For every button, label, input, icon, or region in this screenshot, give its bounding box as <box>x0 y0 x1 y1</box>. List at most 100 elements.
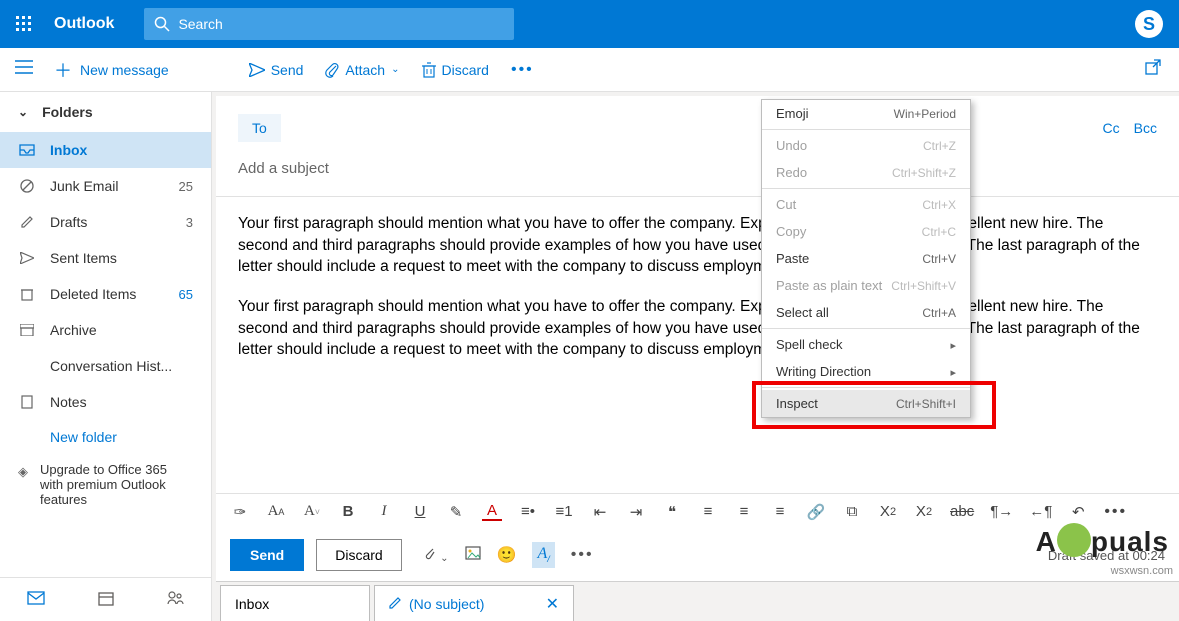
italic-icon[interactable]: I <box>374 503 394 520</box>
unlink-icon[interactable]: ⧉ <box>842 503 862 520</box>
folders-header[interactable]: ⌄ Folders <box>0 92 211 132</box>
attach-command[interactable]: Attach ⌄ <box>325 62 399 78</box>
cm-undo: UndoCtrl+Z <box>762 132 970 159</box>
image-icon[interactable] <box>465 546 481 565</box>
note-icon <box>18 395 36 409</box>
cm-label: Inspect <box>776 396 818 411</box>
emoji-icon[interactable]: 🙂 <box>497 545 517 565</box>
sidebar-bottom-nav <box>0 577 211 621</box>
to-input[interactable] <box>293 114 1103 142</box>
sidebar-item-deleted[interactable]: Deleted Items 65 <box>0 276 211 312</box>
pencil-icon <box>389 596 401 612</box>
to-row: To Cc Bcc <box>216 96 1179 148</box>
sidebar-item-inbox[interactable]: Inbox <box>0 132 211 168</box>
cc-link[interactable]: Cc <box>1103 120 1120 136</box>
highlight-icon[interactable]: ✎ <box>446 503 466 521</box>
strikethrough-icon[interactable]: abc <box>950 503 974 520</box>
folder-name: Notes <box>50 394 193 410</box>
chevron-down-icon: ⌄ <box>391 64 399 75</box>
rtl-icon[interactable]: ←¶ <box>1029 503 1052 520</box>
skype-icon[interactable]: S <box>1135 10 1163 38</box>
paperclip-icon <box>325 62 339 78</box>
to-button[interactable]: To <box>238 114 281 142</box>
watermark-text: wsxwsn.com <box>1111 565 1173 577</box>
nav-toggle-icon[interactable] <box>0 60 48 79</box>
sidebar-item-archive[interactable]: Archive <box>0 312 211 348</box>
bullets-icon[interactable]: ≡• <box>518 503 538 520</box>
cm-spell-check[interactable]: Spell check <box>762 331 970 358</box>
sidebar-item-drafts[interactable]: Drafts 3 <box>0 204 211 240</box>
font-size-down-icon[interactable]: A˅ <box>302 503 322 520</box>
cm-shortcut: Ctrl+Shift+V <box>891 279 956 293</box>
cm-select-all[interactable]: Select allCtrl+A <box>762 299 970 326</box>
folder-name: Inbox <box>50 142 193 158</box>
outdent-icon[interactable]: ⇤ <box>590 503 610 521</box>
popout-icon[interactable] <box>1145 59 1161 80</box>
send-row-icons: ⌄ 🙂 A/ ••• <box>422 542 594 567</box>
undo-icon[interactable]: ↶ <box>1068 503 1088 521</box>
cm-separator <box>762 188 970 189</box>
subscript-icon[interactable]: X2 <box>914 503 934 520</box>
subject-input[interactable] <box>238 160 1157 177</box>
cm-emoji[interactable]: EmojiWin+Period <box>762 100 970 127</box>
people-icon[interactable] <box>167 591 185 608</box>
cm-inspect[interactable]: InspectCtrl+Shift+I <box>762 390 970 417</box>
bold-icon[interactable]: B <box>338 503 358 520</box>
discard-label: Discard <box>442 62 489 78</box>
folder-name: Deleted Items <box>50 286 165 302</box>
send-row: Send Discard ⌄ 🙂 A/ ••• Draft saved at 0… <box>216 529 1179 581</box>
more-commands-icon[interactable]: ••• <box>511 61 534 79</box>
font-size-up-icon[interactable]: AA <box>266 503 286 520</box>
watermark-logo: Apuals <box>1036 526 1169 561</box>
send-command[interactable]: Send <box>249 62 304 78</box>
search-box[interactable]: Search <box>144 8 514 40</box>
tab-inbox[interactable]: Inbox <box>220 585 370 621</box>
cm-label: Paste as plain text <box>776 278 882 293</box>
superscript-icon[interactable]: X2 <box>878 503 898 520</box>
calendar-icon[interactable] <box>98 590 114 609</box>
discard-command[interactable]: Discard <box>422 62 489 78</box>
inbox-icon <box>18 144 36 156</box>
sidebar-item-junk[interactable]: Junk Email 25 <box>0 168 211 204</box>
cm-label: Paste <box>776 251 809 266</box>
new-folder-link[interactable]: New folder <box>0 420 211 454</box>
tab-compose[interactable]: (No subject) ✕ <box>374 585 574 621</box>
attach-icon[interactable]: ⌄ <box>422 545 449 566</box>
align-left-icon[interactable]: ≡ <box>698 503 718 520</box>
context-menu: EmojiWin+Period UndoCtrl+Z RedoCtrl+Shif… <box>761 99 971 418</box>
numbering-icon[interactable]: ≡1 <box>554 503 574 520</box>
body: ⌄ Folders Inbox Junk Email 25 Drafts 3 S… <box>0 92 1179 621</box>
folder-count: 65 <box>179 287 193 302</box>
quote-icon[interactable]: ❝ <box>662 503 682 521</box>
send-more-icon[interactable]: ••• <box>571 546 594 564</box>
cm-paste[interactable]: PasteCtrl+V <box>762 245 970 272</box>
format-more-icon[interactable]: ••• <box>1104 503 1127 521</box>
indent-icon[interactable]: ⇥ <box>626 503 646 521</box>
upgrade-link[interactable]: ◈ Upgrade to Office 365 with premium Out… <box>0 454 211 515</box>
align-right-icon[interactable]: ≡ <box>770 503 790 520</box>
ltr-icon[interactable]: ¶→ <box>990 503 1013 520</box>
message-body[interactable]: Your first paragraph should mention what… <box>216 197 1179 493</box>
font-color-icon[interactable]: A <box>482 502 502 521</box>
cm-writing-direction[interactable]: Writing Direction <box>762 358 970 385</box>
format-painter-icon[interactable]: ✑ <box>230 503 250 521</box>
discard-button[interactable]: Discard <box>316 539 401 571</box>
new-message-button[interactable]: ＋ New message <box>54 57 169 83</box>
mail-icon[interactable] <box>27 591 45 608</box>
send-button[interactable]: Send <box>230 539 304 571</box>
folder-name: Sent Items <box>50 250 193 266</box>
bcc-link[interactable]: Bcc <box>1134 120 1157 136</box>
sidebar-item-notes[interactable]: Notes <box>0 384 211 420</box>
link-icon[interactable]: 🔗 <box>806 503 826 521</box>
signature-icon[interactable]: A/ <box>532 542 554 567</box>
close-icon[interactable]: ✕ <box>546 594 559 614</box>
trash-icon <box>422 62 436 78</box>
diamond-icon: ◈ <box>18 462 28 507</box>
cm-shortcut: Ctrl+X <box>922 198 956 212</box>
tab-strip: Inbox (No subject) ✕ <box>216 581 1179 621</box>
align-center-icon[interactable]: ≡ <box>734 503 754 520</box>
underline-icon[interactable]: U <box>410 503 430 520</box>
sidebar-item-conversation[interactable]: Conversation Hist... <box>0 348 211 384</box>
sidebar-item-sent[interactable]: Sent Items <box>0 240 211 276</box>
app-launcher-icon[interactable] <box>0 0 48 48</box>
